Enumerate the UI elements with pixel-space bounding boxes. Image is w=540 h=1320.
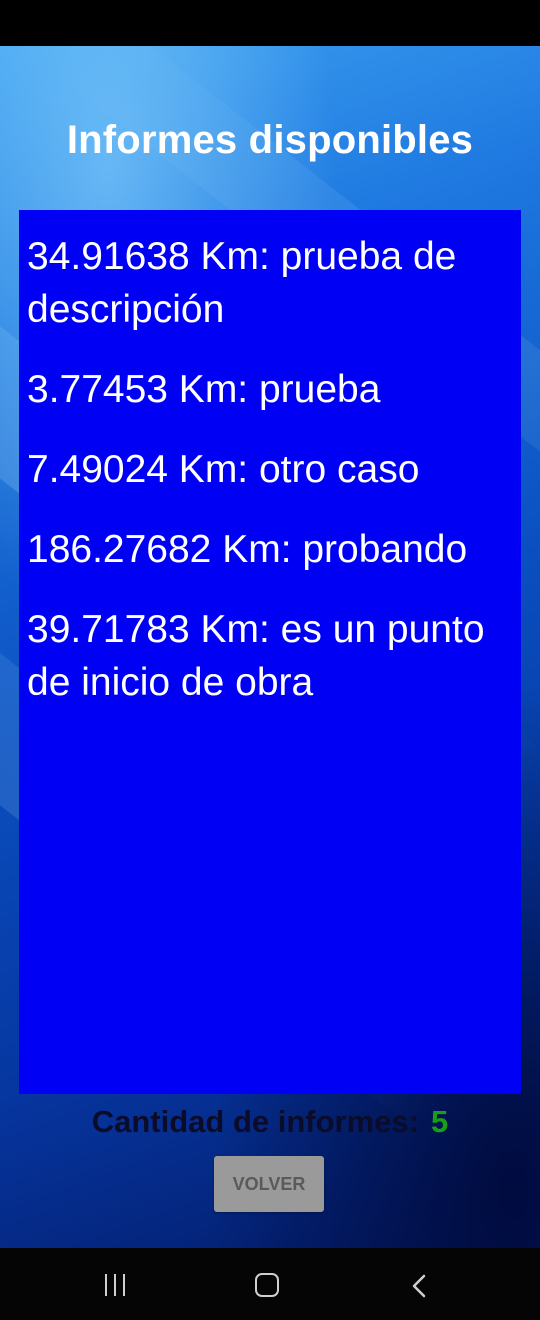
- page-title: Informes disponibles: [66, 118, 474, 162]
- list-item[interactable]: 7.49024 Km: otro caso: [27, 443, 513, 496]
- list-item[interactable]: 34.91638 Km: prueba de descripción: [27, 230, 513, 336]
- home-icon[interactable]: [255, 1273, 279, 1297]
- report-count-value: 5: [431, 1104, 449, 1139]
- reports-list[interactable]: 34.91638 Km: prueba de descripción 3.774…: [19, 210, 521, 1094]
- list-item[interactable]: 3.77453 Km: prueba: [27, 363, 513, 416]
- report-count-label: Cantidad de informes:: [91, 1104, 419, 1139]
- recent-apps-icon[interactable]: [103, 1274, 127, 1296]
- back-button[interactable]: VOLVER: [214, 1156, 324, 1212]
- status-bar: [0, 0, 540, 46]
- app-background: Informes disponibles 34.91638 Km: prueba…: [0, 46, 540, 1248]
- report-count: Cantidad de informes: 5: [0, 1104, 540, 1140]
- list-item[interactable]: 186.27682 Km: probando: [27, 523, 513, 576]
- system-nav-bar: [0, 1248, 540, 1320]
- list-item[interactable]: 39.71783 Km: es un punto de inicio de ob…: [27, 603, 513, 709]
- back-icon[interactable]: [410, 1274, 430, 1298]
